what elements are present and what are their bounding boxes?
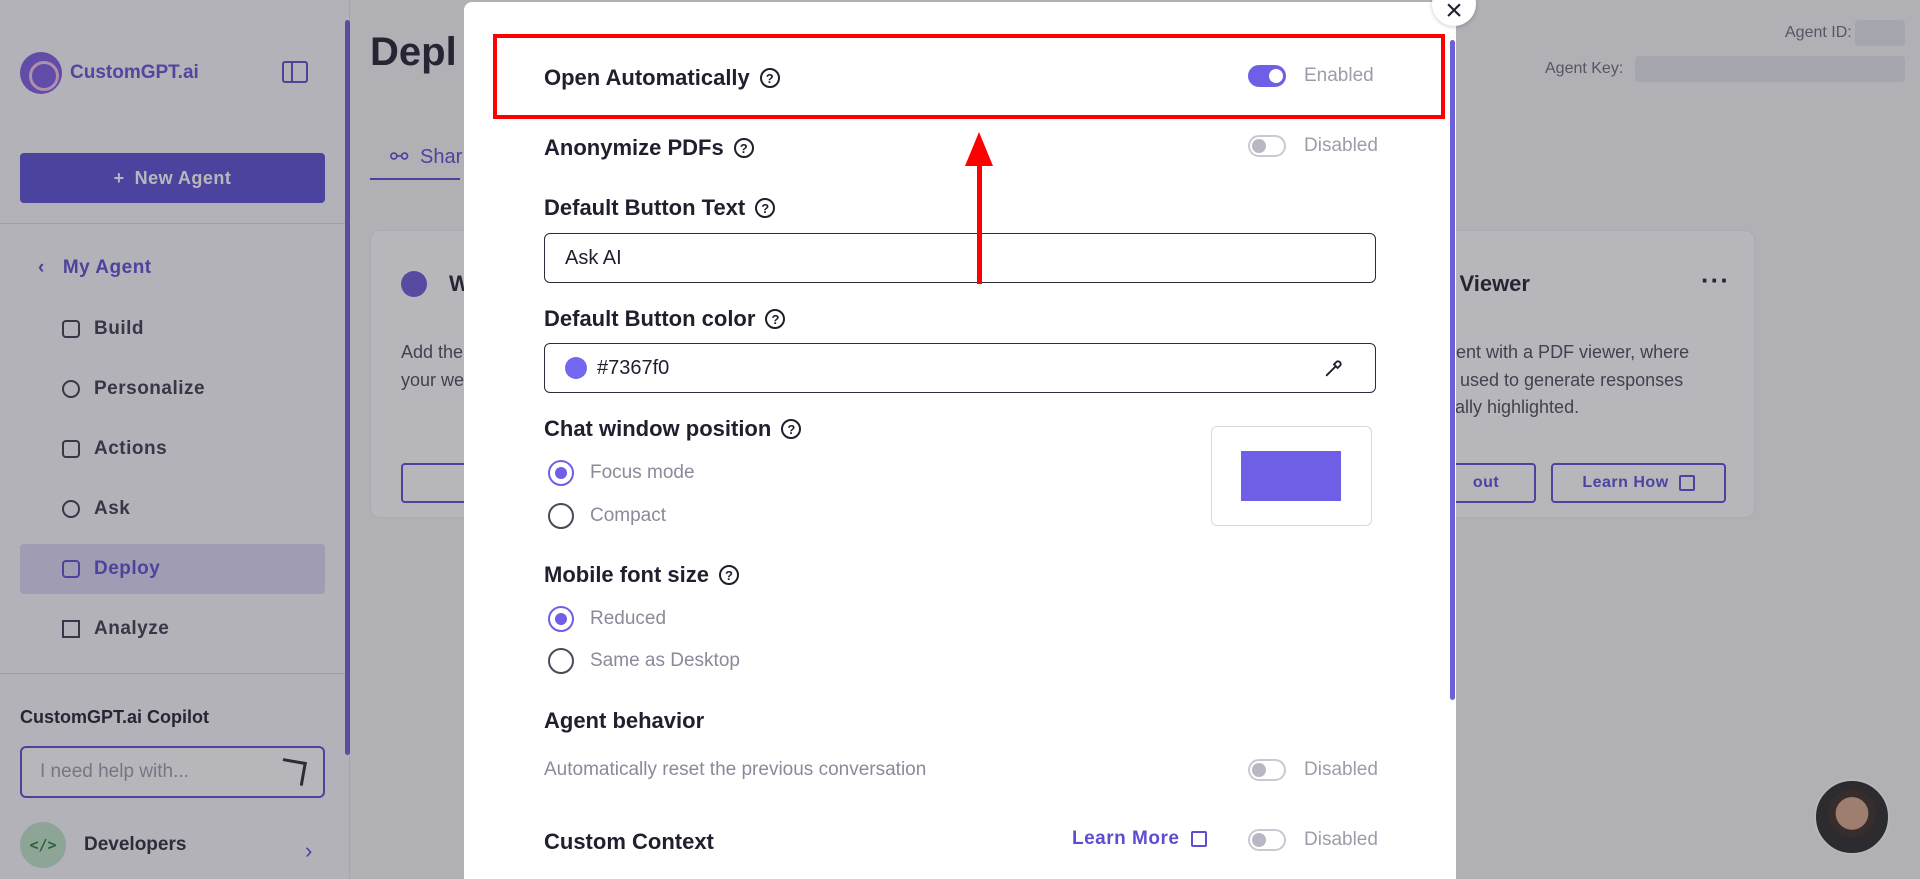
help-icon[interactable]: ? <box>781 419 802 439</box>
toggle-knob <box>1252 763 1266 777</box>
mobile-font-size-row: Mobile font size ? <box>544 562 1376 588</box>
default-button-text-label: Default Button Text <box>544 195 746 220</box>
radio-label: Compact <box>590 505 667 526</box>
auto-reset-toggle[interactable] <box>1248 759 1286 781</box>
toggle-state-text: Disabled <box>1304 829 1378 850</box>
help-icon[interactable]: ? <box>733 138 754 158</box>
default-button-color-label-wrap: Default Button color ? <box>544 306 1376 332</box>
radio-compact[interactable]: Compact <box>548 503 666 529</box>
radio-button[interactable] <box>548 606 574 632</box>
radio-label: Focus mode <box>590 462 695 483</box>
anonymize-pdfs-label: Anonymize PDFs <box>544 135 724 160</box>
help-icon[interactable]: ? <box>765 309 786 329</box>
mobile-font-size-label-wrap: Mobile font size ? <box>544 562 1376 588</box>
radio-label: Same as Desktop <box>590 650 740 671</box>
anonymize-pdfs-toggle[interactable] <box>1248 135 1286 157</box>
anonymize-pdfs-toggle-wrap: Disabled <box>1248 135 1378 157</box>
radio-button[interactable] <box>548 648 574 674</box>
auto-reset-row: Automatically reset the previous convers… <box>544 759 1378 781</box>
chat-position-preview <box>1211 426 1372 526</box>
radio-same-as-desktop[interactable]: Same as Desktop <box>548 648 740 674</box>
agent-behavior-row: Agent behavior <box>544 708 1376 734</box>
input-value: #7367f0 <box>597 356 670 379</box>
radio-label: Reduced <box>590 608 667 629</box>
mobile-font-size-label: Mobile font size <box>544 562 709 587</box>
custom-context-toggle[interactable] <box>1248 829 1286 851</box>
deploy-settings-modal: Open Automatically ? Enabled Anonymize P… <box>464 2 1456 879</box>
toggle-state-text: Disabled <box>1304 759 1378 780</box>
toggle-knob <box>1252 833 1266 847</box>
default-button-color-input[interactable]: #7367f0 <box>544 343 1376 393</box>
default-button-color-label: Default Button color <box>544 306 756 331</box>
learn-more-link[interactable]: Learn More <box>1072 828 1208 850</box>
learn-more-label: Learn More <box>1072 828 1180 849</box>
highlight-box <box>493 34 1445 119</box>
help-icon[interactable]: ? <box>719 565 739 585</box>
input-value: Ask AI <box>565 246 622 269</box>
annotation-arrow-shaft <box>977 160 982 284</box>
chat-window-preview-block <box>1241 451 1341 501</box>
chat-window-position-label: Chat window position <box>544 416 772 441</box>
agent-behavior-label: Agent behavior <box>544 708 705 733</box>
modal-scrollbar[interactable] <box>1450 40 1455 700</box>
external-link-icon <box>1191 831 1208 847</box>
color-swatch[interactable] <box>565 357 587 379</box>
auto-reset-toggle-wrap: Disabled <box>1248 759 1378 781</box>
toggle-state-text: Disabled <box>1304 135 1378 156</box>
anonymize-pdfs-row: Anonymize PDFs ? Disabled <box>544 135 1378 161</box>
default-button-text-row: Default Button Text ? <box>544 195 1376 221</box>
custom-context-toggle-wrap: Disabled <box>1248 829 1378 851</box>
toggle-knob <box>1252 139 1266 153</box>
custom-context-row: Custom Context Disabled <box>544 829 1378 855</box>
close-icon: × <box>1445 0 1463 27</box>
default-button-text-input[interactable]: Ask AI <box>544 233 1376 283</box>
default-button-text-label-wrap: Default Button Text ? <box>544 195 1376 221</box>
default-button-color-row: Default Button color ? <box>544 306 1376 332</box>
help-icon[interactable]: ? <box>755 198 776 218</box>
radio-reduced[interactable]: Reduced <box>548 606 666 632</box>
radio-button[interactable] <box>548 503 574 529</box>
auto-reset-description: Automatically reset the previous convers… <box>544 759 927 780</box>
radio-button[interactable] <box>548 460 574 486</box>
eyedropper-icon[interactable] <box>1323 357 1345 379</box>
radio-focus-mode[interactable]: Focus mode <box>548 460 695 486</box>
